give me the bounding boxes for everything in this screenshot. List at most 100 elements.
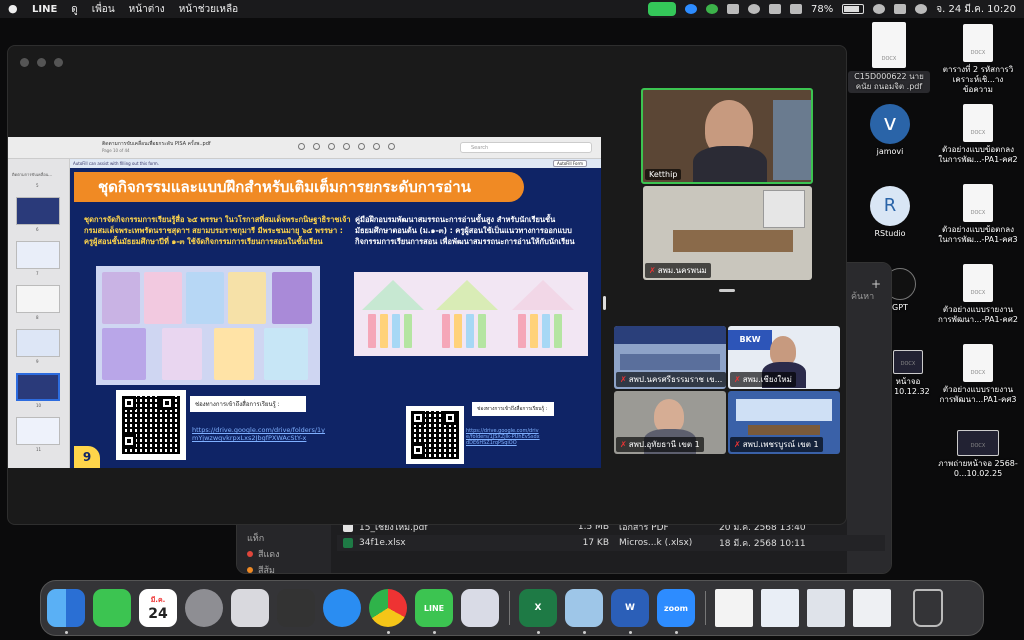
minimize-button[interactable]	[37, 58, 46, 67]
cloud-icon[interactable]	[727, 4, 739, 14]
desktop-file-label: C15D000622 นายคนัย ถนอมจิต .pdf	[848, 71, 930, 93]
facetime-app-icon[interactable]	[93, 589, 131, 627]
trash-icon[interactable]	[913, 589, 943, 627]
bluetooth-icon[interactable]	[790, 4, 802, 14]
mic-muted-icon: ✗	[620, 375, 627, 384]
framework-poster-image	[354, 272, 588, 356]
system-settings-app-icon[interactable]	[185, 589, 223, 627]
highlight-icon[interactable]	[358, 143, 365, 150]
battery-icon[interactable]	[842, 4, 865, 14]
iphone-mirroring-app-icon[interactable]	[461, 589, 499, 627]
split-view-handle[interactable]	[603, 296, 606, 310]
line-status-icon[interactable]	[706, 4, 718, 14]
siri-icon[interactable]	[915, 4, 928, 14]
video-tile[interactable]: ✗ สพม.นครพนม	[643, 186, 812, 280]
menu-friends[interactable]: เพื่อน	[92, 2, 115, 17]
safari-app-icon[interactable]	[323, 589, 361, 627]
dock-separator	[705, 591, 706, 625]
page-thumbnail[interactable]	[16, 417, 60, 445]
video-tile[interactable]: BKW ✗ สพม.เชียงใหม่	[728, 326, 840, 389]
desktop-file-4[interactable]: ตัวอย่างแบบรายงานการพัฒนา...-PA1-คศ2	[938, 264, 1018, 325]
left-link-label: ช่องทางการเข้าถึงสื่อการเรียนรู้ :	[190, 396, 306, 412]
file-row[interactable]: 34f1e.xlsx 17 KB Micros...k (.xlsx) 18 ม…	[337, 535, 885, 551]
recent-doc-thumbnail[interactable]	[853, 589, 891, 627]
line-app-icon[interactable]: LINE	[415, 589, 453, 627]
calculator-app-icon[interactable]	[277, 589, 315, 627]
launchpad-app-icon[interactable]	[231, 589, 269, 627]
dock-separator	[509, 591, 510, 625]
apple-icon[interactable]: ●	[8, 3, 18, 15]
running-indicator	[537, 631, 540, 634]
airdrop-icon[interactable]	[748, 4, 760, 14]
desktop-app-jamovi[interactable]: v jamovi	[850, 104, 930, 157]
share-icon[interactable]	[343, 143, 350, 150]
markup-icon[interactable]	[373, 143, 380, 150]
preview-search-input[interactable]: Search	[460, 142, 592, 153]
participant-name: ✗ สพป.นครศรีธรรมราช เข...	[616, 372, 726, 387]
menu-window[interactable]: หน้าต่าง	[129, 2, 165, 17]
zoom-status-icon[interactable]	[685, 4, 697, 14]
video-tile[interactable]: ✗ สพป.อุทัยธานี เขต 1	[614, 391, 726, 454]
desktop-app-rstudio[interactable]: R RStudio	[850, 186, 930, 239]
video-tile-active-speaker[interactable]: Ketthip	[641, 88, 813, 184]
excel-app-icon[interactable]: X	[519, 589, 557, 627]
menu-view[interactable]: ดู	[71, 2, 78, 17]
finder-search-label[interactable]: ค้นหา	[851, 289, 874, 303]
page-thumbnail[interactable]	[16, 329, 60, 357]
dock: มี.ค. 24 LINE X W zoom	[40, 580, 984, 636]
preview-app-icon[interactable]	[565, 589, 603, 627]
jamovi-icon: v	[870, 104, 910, 144]
sidebar-tag-red[interactable]: สีแดง	[247, 547, 280, 561]
docx-file-icon	[963, 264, 993, 302]
zoom-app-icon[interactable]: zoom	[657, 589, 695, 627]
chrome-app-icon[interactable]	[369, 589, 407, 627]
rotate-icon[interactable]	[388, 143, 395, 150]
panel-resize-handle[interactable]	[719, 289, 735, 292]
left-drive-link[interactable]: https://drive.google.com/drive/folders/1…	[192, 426, 326, 442]
desktop-file-5[interactable]: ตัวอย่างแบบรายงานการพัฒนา...PA1-คศ3	[938, 344, 1018, 405]
page-thumbnail[interactable]	[16, 197, 60, 225]
battery-percent[interactable]: 78%	[811, 4, 833, 15]
recent-doc-thumbnail[interactable]	[761, 589, 799, 627]
desktop-file-3[interactable]: ตัวอย่างแบบข้อตกลงในการพัฒ...-PA1-คศ3	[938, 184, 1018, 245]
desktop-file-1[interactable]: ตารางที่ 2 รหัสการวิเคราะห์เชิ...างข้อคว…	[938, 24, 1018, 95]
desktop-file-label: ตารางที่ 2 รหัสการวิเคราะห์เชิ...างข้อคว…	[942, 65, 1014, 94]
page-thumbnail[interactable]	[16, 241, 60, 269]
page-thumbnail-selected[interactable]	[16, 373, 60, 401]
rstudio-icon: R	[870, 186, 910, 226]
autofill-button[interactable]: AutoFill Form	[553, 160, 587, 167]
slide-page-number: 9	[74, 446, 100, 468]
video-indicator-icon[interactable]	[648, 2, 676, 16]
shared-screen[interactable]: ติดตามการขับเคลื่อนเพื่อยกระดับ PISA ครั…	[8, 137, 601, 468]
menu-app-name[interactable]: LINE	[32, 4, 57, 15]
running-indicator	[629, 631, 632, 634]
zoom-button[interactable]	[54, 58, 63, 67]
input-source-icon[interactable]	[769, 4, 781, 14]
info-icon[interactable]	[298, 143, 305, 150]
mic-muted-icon: ✗	[734, 375, 741, 384]
close-button[interactable]	[20, 58, 29, 67]
recent-doc-thumbnail[interactable]	[715, 589, 753, 627]
recent-doc-thumbnail[interactable]	[807, 589, 845, 627]
control-center-icon[interactable]	[894, 4, 907, 14]
desktop-file-2[interactable]: ตัวอย่างแบบข้อตกลงในการพัฒ...-PA1-คศ2	[938, 104, 1018, 165]
menubar-clock[interactable]: จ. 24 มี.ค. 10:20	[936, 2, 1016, 17]
desktop-file-selected[interactable]: C15D000622 นายคนัย ถนอมจิต .pdf	[848, 22, 930, 93]
status-area: 78% จ. 24 มี.ค. 10:20	[648, 2, 1016, 17]
word-app-icon[interactable]: W	[611, 589, 649, 627]
mic-muted-icon: ✗	[649, 266, 656, 275]
calendar-app-icon[interactable]: มี.ค. 24	[139, 589, 177, 627]
zoom-in-icon[interactable]	[328, 143, 335, 150]
zoom-out-icon[interactable]	[313, 143, 320, 150]
menu-help[interactable]: หน้าช่วยเหลือ	[179, 2, 238, 17]
sidebar-tag-orange[interactable]: สีส้ม	[247, 563, 275, 573]
zoom-meeting-window[interactable]: ติดตามการขับเคลื่อนเพื่อยกระดับ PISA ครั…	[7, 45, 847, 525]
wifi-icon[interactable]	[873, 4, 886, 14]
desktop-file-6[interactable]: ภาพถ่ายหน้าจอ 2568-0...10.02.25	[938, 430, 1018, 479]
finder-app-icon[interactable]	[47, 589, 85, 627]
page-thumbnail[interactable]	[16, 285, 60, 313]
video-tile[interactable]: ✗ สพป.นครศรีธรรมราช เข...	[614, 326, 726, 389]
video-tile[interactable]: ✗ สพป.เพชรบูรณ์ เขต 1	[728, 391, 840, 454]
right-drive-link[interactable]: https://drive.google.com/drive/folders/1…	[466, 428, 542, 446]
mic-muted-icon: ✗	[734, 440, 741, 449]
